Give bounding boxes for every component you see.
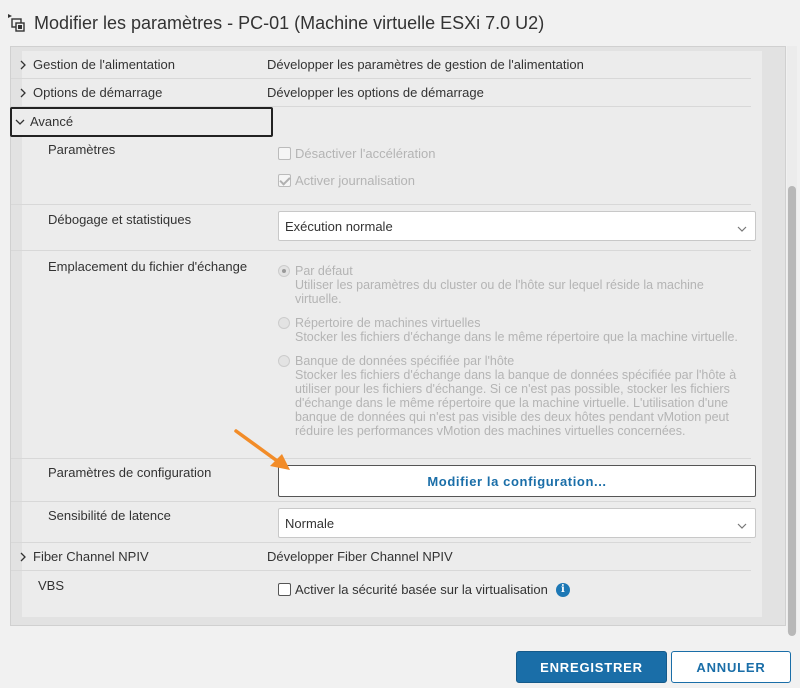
chevron-right-icon <box>17 87 29 99</box>
row-debug-label: Débogage et statistiques <box>48 212 192 227</box>
row-npiv-label: Fiber Channel NPIV <box>33 549 149 564</box>
swap-vm-directory-radio[interactable] <box>278 317 290 329</box>
enable-logging-label: Activer journalisation <box>295 173 415 188</box>
dialog-title-bar: Modifier les paramètres - PC-01 (Machine… <box>0 0 800 46</box>
debug-stats-selected: Exécution normale <box>285 218 393 234</box>
swap-host-datastore-radio[interactable] <box>278 355 290 367</box>
vbs-checkbox-label: Activer la sécurité basée sur la virtual… <box>295 582 548 597</box>
disable-acceleration-label: Désactiver l'accélération <box>295 146 436 161</box>
row-vbs-label: VBS <box>38 578 65 593</box>
chevron-down-icon <box>737 518 747 533</box>
row-swap-label: Emplacement du fichier d'échange <box>48 259 248 274</box>
row-advanced-label: Avancé <box>30 114 74 129</box>
latency-sensitivity-select[interactable]: Normale <box>278 508 756 538</box>
row-power-label: Gestion de l'alimentation <box>33 57 175 72</box>
swap-host-datastore-title: Banque de données spécifiée par l'hôte <box>295 354 515 368</box>
swap-option-vm-directory[interactable]: Répertoire de machines virtuelles Stocke… <box>278 316 748 344</box>
chevron-down-icon <box>737 221 747 236</box>
swap-default-radio[interactable] <box>278 265 290 277</box>
arrow-annotation-icon <box>234 429 290 470</box>
enable-logging-checkbox[interactable] <box>278 174 291 187</box>
chevron-down-icon <box>14 116 26 128</box>
row-fiber-channel-npiv[interactable]: Fiber Channel NPIV Développer Fiber Chan… <box>11 543 751 571</box>
row-advanced-toggle[interactable]: Avancé <box>10 107 273 137</box>
save-button[interactable]: ENREGISTRER <box>516 651 667 683</box>
swap-default-desc: Utiliser les paramètres du cluster ou de… <box>295 278 704 306</box>
chevron-right-icon <box>17 551 29 563</box>
cancel-button[interactable]: ANNULER <box>671 651 791 683</box>
row-power-value: Développer les paramètres de gestion de … <box>267 57 584 72</box>
swap-vm-directory-title: Répertoire de machines virtuelles <box>295 316 481 330</box>
vbs-option[interactable]: Activer la sécurité basée sur la virtual… <box>278 582 570 597</box>
vertical-scrollbar[interactable] <box>787 46 797 636</box>
dialog-title: Modifier les paramètres - PC-01 (Machine… <box>34 12 545 33</box>
edit-configuration-button[interactable]: Modifier la configuration... <box>278 465 756 497</box>
info-icon[interactable]: i <box>555 582 570 597</box>
disable-acceleration-option[interactable]: Désactiver l'accélération <box>278 146 436 161</box>
enable-logging-option[interactable]: Activer journalisation <box>278 173 415 188</box>
chevron-right-icon <box>17 59 29 71</box>
swap-option-default[interactable]: Par défaut Utiliser les paramètres du cl… <box>278 264 748 306</box>
swap-option-host-datastore[interactable]: Banque de données spécifiée par l'hôte S… <box>278 354 748 438</box>
row-boot-options[interactable]: Options de démarrage Développer les opti… <box>11 79 751 107</box>
row-config-label: Paramètres de configuration <box>48 465 212 480</box>
row-latency-label: Sensibilité de latence <box>48 508 171 523</box>
swap-host-datastore-desc: Stocker les fichiers d'échange dans la b… <box>295 368 737 438</box>
vm-settings-icon <box>6 12 28 34</box>
row-settings-label: Paramètres <box>48 142 116 157</box>
swap-vm-directory-desc: Stocker les fichiers d'échange dans le m… <box>295 330 738 344</box>
disable-acceleration-checkbox[interactable] <box>278 147 291 160</box>
latency-selected: Normale <box>285 515 335 531</box>
swap-default-title: Par défaut <box>295 264 353 278</box>
row-boot-label: Options de démarrage <box>33 85 163 100</box>
row-power-management[interactable]: Gestion de l'alimentation Développer les… <box>11 50 751 79</box>
row-boot-value: Développer les options de démarrage <box>267 85 484 100</box>
vbs-checkbox[interactable] <box>278 583 291 596</box>
row-npiv-value: Développer Fiber Channel NPIV <box>267 549 453 564</box>
debug-stats-select[interactable]: Exécution normale <box>278 211 756 241</box>
scrollbar-thumb[interactable] <box>788 186 796 636</box>
